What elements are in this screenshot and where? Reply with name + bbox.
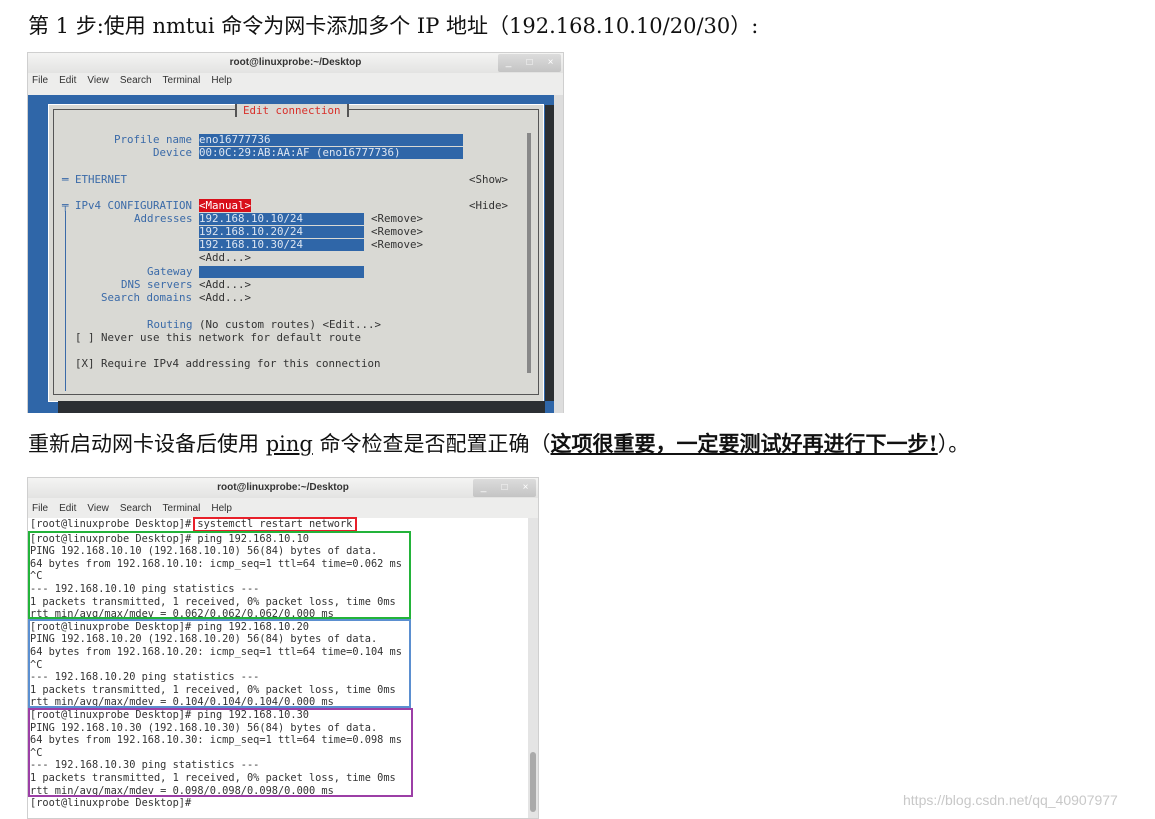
menu-terminal[interactable]: Terminal — [163, 75, 201, 86]
terminal-line: [root@linuxprobe Desktop]# — [30, 797, 192, 810]
ping30-highlight-box — [28, 708, 413, 797]
add-address-button[interactable]: <Add...> — [199, 251, 251, 264]
device-label: Device — [153, 146, 193, 159]
text: 重新启动网卡设备后使用 — [28, 432, 266, 456]
ping-terminal-window: root@linuxprobe:~/Desktop _ □ × File Edit … — [27, 477, 539, 819]
menu-help[interactable]: Help — [211, 75, 232, 86]
text: ）。 — [937, 432, 970, 456]
ipv4-mode-select[interactable]: <Manual> — [199, 199, 252, 212]
menu-edit[interactable]: Edit — [59, 503, 76, 514]
never-default-route-checkbox[interactable]: [ ] Never use this network for default r… — [75, 331, 361, 344]
instruction-paragraph: 重新启动网卡设备后使用 ping 命令检查是否配置正确（这项很重要，一定要测试好… — [28, 428, 969, 458]
step-heading: 第 1 步:使用 nmtui 命令为网卡添加多个 IP 地址（192.168.1… — [28, 14, 759, 38]
nmtui-terminal-window: root@linuxprobe:~/Desktop _ □ × File Edit … — [27, 52, 564, 413]
menu-bar: File Edit View Search Terminal Help — [32, 75, 232, 86]
address-field[interactable]: 192.168.10.30/24 — [199, 239, 364, 251]
prompt: [root@linuxprobe Desktop]# — [30, 518, 198, 530]
text: 命令检查是否配置正确（ — [312, 432, 551, 456]
addresses-label: Addresses — [134, 212, 193, 225]
menu-terminal[interactable]: Terminal — [163, 503, 201, 514]
profile-name-field[interactable]: eno16777736 — [199, 134, 463, 146]
window-title: root@linuxprobe:~/Desktop — [28, 478, 538, 498]
address-field[interactable]: 192.168.10.10/24 — [199, 213, 364, 225]
gateway-label: Gateway — [147, 265, 193, 278]
close-icon[interactable]: × — [515, 479, 536, 497]
dialog-scrollbar[interactable] — [527, 133, 531, 373]
important-note: 这项很重要，一定要测试好再进行下一步! — [550, 431, 938, 456]
search-domains-label: Search domains — [101, 291, 193, 304]
menu-file[interactable]: File — [32, 503, 48, 514]
ipv4-section: ╤ IPv4 CONFIGURATION — [62, 199, 193, 212]
address-field[interactable]: 192.168.10.20/24 — [199, 226, 364, 238]
ethernet-section[interactable]: ═ ETHERNET — [62, 173, 127, 186]
remove-button[interactable]: <Remove> — [371, 225, 423, 238]
maximize-icon[interactable]: □ — [494, 479, 515, 497]
ping-underlined: ping — [265, 432, 313, 456]
edit-connection-dialog: Edit connection Profile name eno16777736… — [48, 104, 544, 402]
window-controls: _ □ × — [498, 54, 561, 72]
minimize-icon[interactable]: _ — [473, 479, 494, 497]
menu-edit[interactable]: Edit — [59, 75, 76, 86]
add-dns-button[interactable]: <Add...> — [199, 278, 251, 291]
remove-button[interactable]: <Remove> — [371, 212, 423, 225]
menu-search[interactable]: Search — [120, 75, 152, 86]
nmtui-screen: Edit connection Profile name eno16777736… — [28, 95, 555, 413]
gateway-field[interactable] — [199, 266, 364, 278]
show-button[interactable]: <Show> — [469, 173, 508, 186]
menu-view[interactable]: View — [87, 75, 109, 86]
maximize-icon[interactable]: □ — [519, 54, 540, 72]
routing-label: Routing — [147, 318, 193, 331]
ping10-highlight-box — [28, 531, 411, 619]
device-field[interactable]: 00:0C:29:AB:AA:AF (eno16777736) — [199, 147, 463, 159]
close-icon[interactable]: × — [540, 54, 561, 72]
dns-servers-label: DNS servers — [121, 278, 193, 291]
menu-view[interactable]: View — [87, 503, 109, 514]
hide-button[interactable]: <Hide> — [469, 199, 508, 212]
menu-file[interactable]: File — [32, 75, 48, 86]
add-search-domain-button[interactable]: <Add...> — [199, 291, 251, 304]
remove-button[interactable]: <Remove> — [371, 238, 423, 251]
menu-bar: File Edit View Search Terminal Help — [32, 503, 232, 514]
ping20-highlight-box — [28, 619, 411, 708]
dialog-title: Edit connection — [235, 104, 349, 117]
minimize-icon[interactable]: _ — [498, 54, 519, 72]
routing-edit-button[interactable]: (No custom routes) <Edit...> — [199, 318, 381, 331]
profile-name-label: Profile name — [114, 133, 193, 146]
terminal-scrollbar[interactable] — [528, 518, 538, 818]
watermark: https://blog.csdn.net/qq_40907977 — [903, 792, 1118, 808]
window-title: root@linuxprobe:~/Desktop — [28, 53, 563, 73]
menu-help[interactable]: Help — [211, 503, 232, 514]
menu-search[interactable]: Search — [120, 503, 152, 514]
terminal-scrollbar[interactable] — [554, 95, 563, 413]
window-controls: _ □ × — [473, 479, 536, 497]
restart-highlight-box — [193, 517, 357, 532]
require-ipv4-checkbox[interactable]: [X] Require IPv4 addressing for this con… — [75, 357, 381, 370]
